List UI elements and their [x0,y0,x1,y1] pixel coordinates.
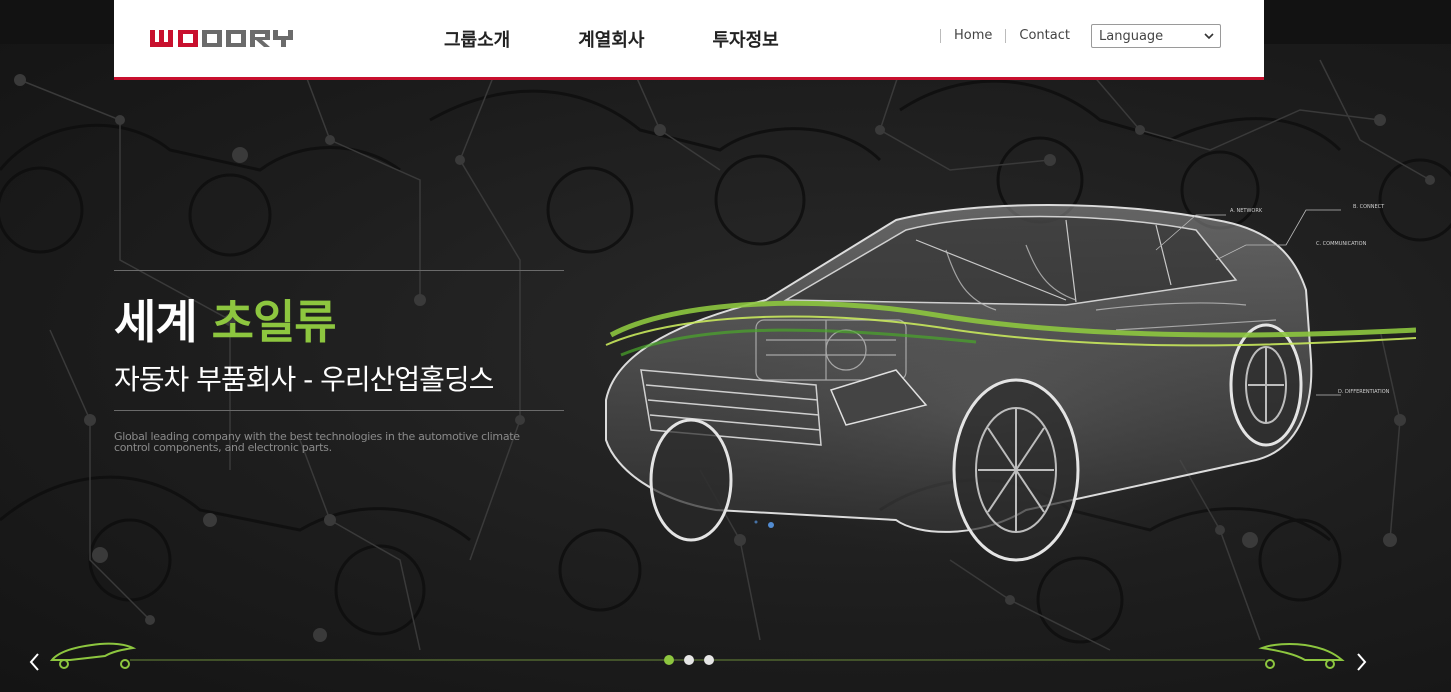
home-link[interactable]: Home [941,28,1005,43]
car-outline-icon [1258,643,1345,669]
hud-label-network: A. NETWORK [1230,208,1263,214]
nav-item-group-intro[interactable]: 그룹소개 [444,26,510,52]
chevron-down-icon [1204,33,1214,40]
hero-title: 세계 초일류 [114,286,337,352]
hero-title-accent: 초일류 [211,295,337,349]
xray-car-illustration: A. NETWORK B. CONNECT C. COMMUNICATION D… [605,204,1416,580]
hud-label-connect: B. CONNECT [1353,204,1385,210]
chevron-right-icon[interactable] [1352,650,1372,674]
woory-logo[interactable] [148,26,298,52]
slide-dot-1[interactable] [664,655,674,665]
utility-links: Home Contact [940,28,1083,43]
hero-description: Global leading company with the best tec… [114,430,520,454]
chevron-left-icon[interactable] [25,650,45,674]
divider [114,410,564,411]
site-header: 그룹소개 계열회사 투자정보 Home Contact Language [114,0,1264,80]
slide-dot-3[interactable] [704,655,714,665]
contact-link[interactable]: Contact [1006,28,1083,43]
language-select-value: Language [1099,29,1164,44]
language-select[interactable]: Language [1091,24,1221,48]
hud-label-differentiation: D. DIFFERENTIATION [1338,389,1390,395]
car-outline-icon [49,642,137,669]
nav-item-investor-info[interactable]: 투자정보 [713,26,779,52]
nav-item-affiliates[interactable]: 계열회사 [578,26,644,52]
slide-dot-2[interactable] [684,655,694,665]
hero-subtitle: 자동차 부품회사 - 우리산업홀딩스 [114,363,494,396]
hud-label-communication: C. COMMUNICATION [1316,241,1367,247]
divider [114,270,564,271]
main-nav: 그룹소개 계열회사 투자정보 [444,26,847,52]
slider-pagination [664,655,724,665]
slider-bar [49,642,1345,669]
main-page: 그룹소개 계열회사 투자정보 Home Contact Language 세계 … [0,0,1451,692]
hero-title-plain: 세계 [114,295,212,349]
